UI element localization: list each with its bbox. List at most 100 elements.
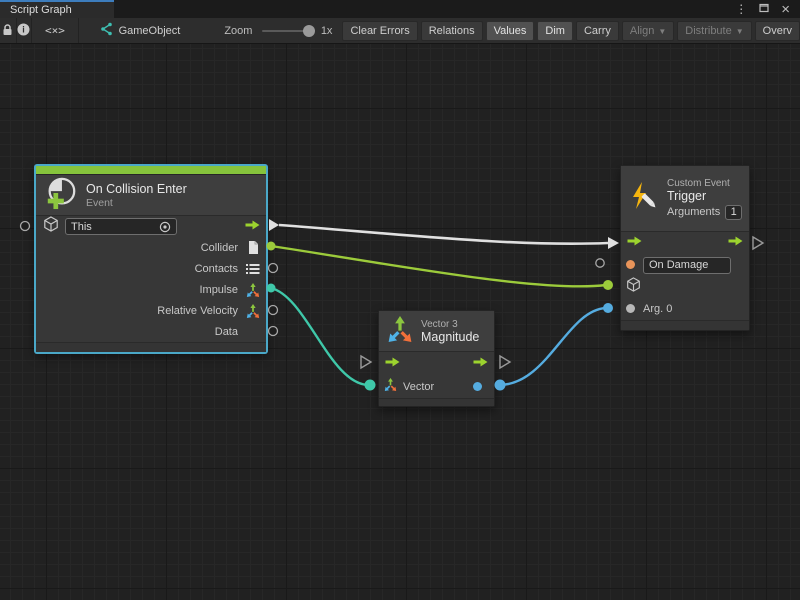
title-bar: Script Graph ⋮ × xyxy=(0,0,800,18)
flow-out-arrow-icon[interactable] xyxy=(472,355,489,373)
flow-wire-start-arrow[interactable] xyxy=(269,219,279,231)
port-this-input[interactable] xyxy=(21,222,30,231)
gameobject-label: GameObject xyxy=(119,25,181,37)
toolbar-button-values[interactable]: Values xyxy=(486,21,535,41)
node-header[interactable]: On Collision Enter Event xyxy=(36,175,266,216)
graph-toolbar: i <×> GameObject Zoom 1x Clear Errors Re… xyxy=(0,18,800,44)
maximize-icon[interactable] xyxy=(759,3,769,15)
edit-graph-button[interactable]: <×> xyxy=(32,18,78,43)
port-row-target[interactable] xyxy=(621,276,749,298)
node-subtitle: Event xyxy=(86,197,187,209)
node-footer xyxy=(36,342,266,352)
vector3-icon xyxy=(243,304,263,318)
string-port-dot[interactable] xyxy=(626,256,635,274)
wire-collider[interactable] xyxy=(271,246,606,286)
float-output-port[interactable] xyxy=(473,378,482,396)
port-data-output[interactable] xyxy=(269,327,278,336)
wire-impulse[interactable] xyxy=(271,288,369,385)
code-icon: <×> xyxy=(45,24,65,37)
node-footer xyxy=(621,320,749,330)
custom-event-icon xyxy=(629,181,659,216)
info-icon: i xyxy=(17,23,30,39)
port-row-contacts[interactable]: Contacts xyxy=(36,258,266,279)
vector-input-dot[interactable] xyxy=(365,380,376,391)
node-on-collision-enter[interactable]: On Collision Enter Event This xyxy=(35,165,267,353)
toolbar-button-relations[interactable]: Relations xyxy=(421,21,483,41)
port-row-relative-velocity[interactable]: Relative Velocity xyxy=(36,300,266,321)
port-row-event-name[interactable]: On Damage xyxy=(621,254,749,276)
vector3-icon xyxy=(384,378,397,396)
svg-text:i: i xyxy=(23,24,26,34)
zoom-label: Zoom xyxy=(224,25,252,37)
node-magnitude[interactable]: Vector 3 Magnitude Vector xyxy=(378,310,495,407)
flow-in-arrow-icon[interactable] xyxy=(626,234,643,252)
port-row-target: This xyxy=(36,216,266,237)
flow-in-arrow-icon[interactable] xyxy=(384,355,401,373)
flow-out-arrow-icon[interactable] xyxy=(727,234,744,252)
close-icon[interactable]: × xyxy=(781,2,790,17)
port-contacts-output[interactable] xyxy=(269,264,278,273)
node-footer xyxy=(379,398,494,406)
flow-out-arrow-icon[interactable] xyxy=(244,218,261,236)
tab-script-graph[interactable]: Script Graph xyxy=(0,0,114,18)
port-event-name-input[interactable] xyxy=(596,259,604,267)
more-menu-icon[interactable]: ⋮ xyxy=(735,3,747,15)
toolbar-button-carry[interactable]: Carry xyxy=(576,21,619,41)
collision-event-icon xyxy=(44,176,78,215)
port-flow-in-magnitude[interactable] xyxy=(361,356,371,368)
zoom-slider[interactable] xyxy=(262,30,312,32)
node-custom-event-trigger[interactable]: Custom Event Trigger Arguments 1 xyxy=(620,165,750,331)
target-object-field[interactable]: This xyxy=(65,218,177,235)
toolbar-button-overview[interactable]: Overv xyxy=(755,21,800,41)
graph-canvas[interactable]: On Collision Enter Event This xyxy=(0,44,800,600)
collider-doc-icon xyxy=(243,241,263,254)
toolbar-button-clear-errors[interactable]: Clear Errors xyxy=(342,21,417,41)
toolbar-button-align[interactable]: Align▼ xyxy=(622,21,674,41)
flow-row xyxy=(379,352,494,375)
chevron-down-icon: ▼ xyxy=(658,28,666,36)
node-title: On Collision Enter xyxy=(86,182,187,196)
toolbar-buttons: Clear Errors Relations Values Dim Carry … xyxy=(342,18,800,43)
tab-label: Script Graph xyxy=(10,4,72,16)
port-row-arg0[interactable]: Arg. 0 xyxy=(621,298,749,320)
impulse-port-dot[interactable] xyxy=(267,284,276,293)
collider-wire-end-dot[interactable] xyxy=(603,280,613,290)
port-row-data[interactable]: Data xyxy=(36,321,266,342)
list-icon xyxy=(243,263,263,275)
node-header[interactable]: Vector 3 Magnitude xyxy=(379,311,494,352)
toolbar-button-dim[interactable]: Dim xyxy=(537,21,573,41)
node-header[interactable]: Custom Event Trigger Arguments 1 xyxy=(621,166,749,232)
vector3-icon xyxy=(243,283,263,297)
port-flow-out-magnitude[interactable] xyxy=(500,356,510,368)
flow-wire-end-arrow[interactable] xyxy=(608,237,619,249)
generic-port-dot[interactable] xyxy=(626,300,635,318)
chevron-down-icon: ▼ xyxy=(736,28,744,36)
port-flow-out-trigger[interactable] xyxy=(753,237,763,249)
vector3-icon xyxy=(387,316,413,347)
gameobject-cube-icon xyxy=(626,277,641,297)
script-graph-icon xyxy=(99,22,113,39)
port-row-collider[interactable]: Collider xyxy=(36,237,266,258)
window-controls: ⋮ × xyxy=(725,0,800,18)
collider-port-dot[interactable] xyxy=(267,242,276,251)
port-row-impulse[interactable]: Impulse xyxy=(36,279,266,300)
wire-magnitude[interactable] xyxy=(500,308,606,385)
info-button[interactable]: i xyxy=(17,18,33,43)
script-graph-window: Script Graph ⋮ × i <×> G xyxy=(0,0,800,600)
node-category: Custom Event xyxy=(667,178,742,189)
port-relative-velocity-output[interactable] xyxy=(269,306,278,315)
port-row-vector[interactable]: Vector xyxy=(379,375,494,398)
flow-row xyxy=(621,232,749,254)
magnitude-output-dot[interactable] xyxy=(495,380,506,391)
graph-context[interactable]: GameObject xyxy=(99,18,181,43)
lock-button[interactable] xyxy=(0,18,17,43)
arg0-wire-end-dot[interactable] xyxy=(603,303,613,313)
toolbar-button-distribute[interactable]: Distribute▼ xyxy=(677,21,751,41)
node-title: Trigger xyxy=(667,189,742,203)
zoom-slider-handle[interactable] xyxy=(303,25,315,37)
wire-flow[interactable] xyxy=(279,225,608,244)
object-picker-icon[interactable] xyxy=(159,221,171,233)
node-title: Magnitude xyxy=(421,330,479,344)
arguments-count-field[interactable]: 1 xyxy=(725,205,742,220)
event-name-field[interactable]: On Damage xyxy=(643,257,731,274)
